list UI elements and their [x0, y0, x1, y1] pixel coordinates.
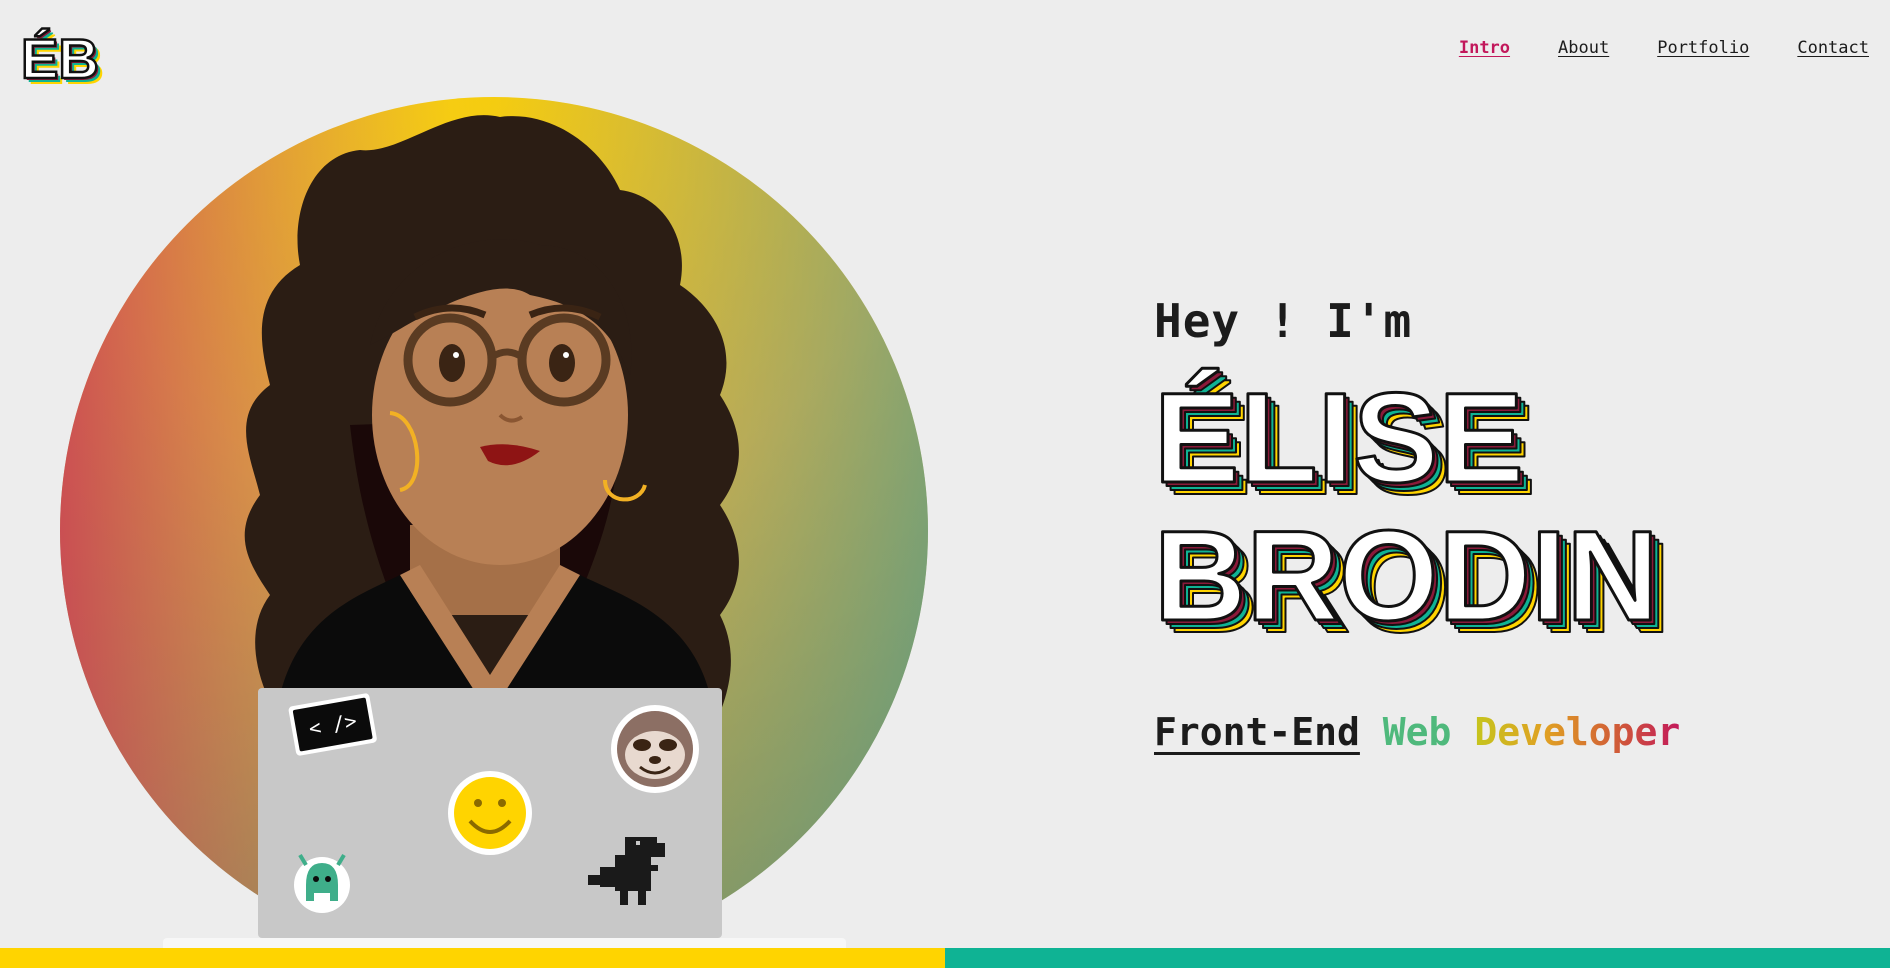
- tagline-front-end: Front-End: [1154, 710, 1360, 754]
- hero-illustration: < />: [60, 95, 940, 965]
- logo-mark: ÉB ÉB ÉB ÉB: [20, 26, 105, 96]
- nav-portfolio[interactable]: Portfolio: [1657, 38, 1749, 58]
- nav-contact[interactable]: Contact: [1797, 38, 1869, 58]
- tagline-web: Web: [1382, 710, 1452, 754]
- first-name-text: ÉLISE: [1154, 367, 1524, 510]
- color-bar-teal: [945, 948, 1890, 968]
- sloth-icon: [611, 705, 699, 793]
- hero-name: ÉLISE ÉLISE ÉLISE ÉLISE BRODIN BRODIN BR…: [1152, 340, 1712, 662]
- site-logo[interactable]: ÉB ÉB ÉB ÉB: [20, 8, 110, 96]
- nav-about[interactable]: About: [1558, 38, 1609, 58]
- color-bar-yellow: [0, 948, 945, 968]
- logo-text: ÉB: [21, 27, 99, 90]
- tagline-developer: Developer: [1474, 710, 1681, 754]
- main-nav: Intro About Portfolio Contact: [1459, 38, 1869, 58]
- footer-color-bar: [0, 948, 1890, 968]
- last-name-text: BRODIN: [1154, 505, 1659, 648]
- tagline: Front-End Web Developer: [1154, 710, 1680, 754]
- nav-intro[interactable]: Intro: [1459, 38, 1510, 58]
- smiley-icon: [448, 771, 532, 855]
